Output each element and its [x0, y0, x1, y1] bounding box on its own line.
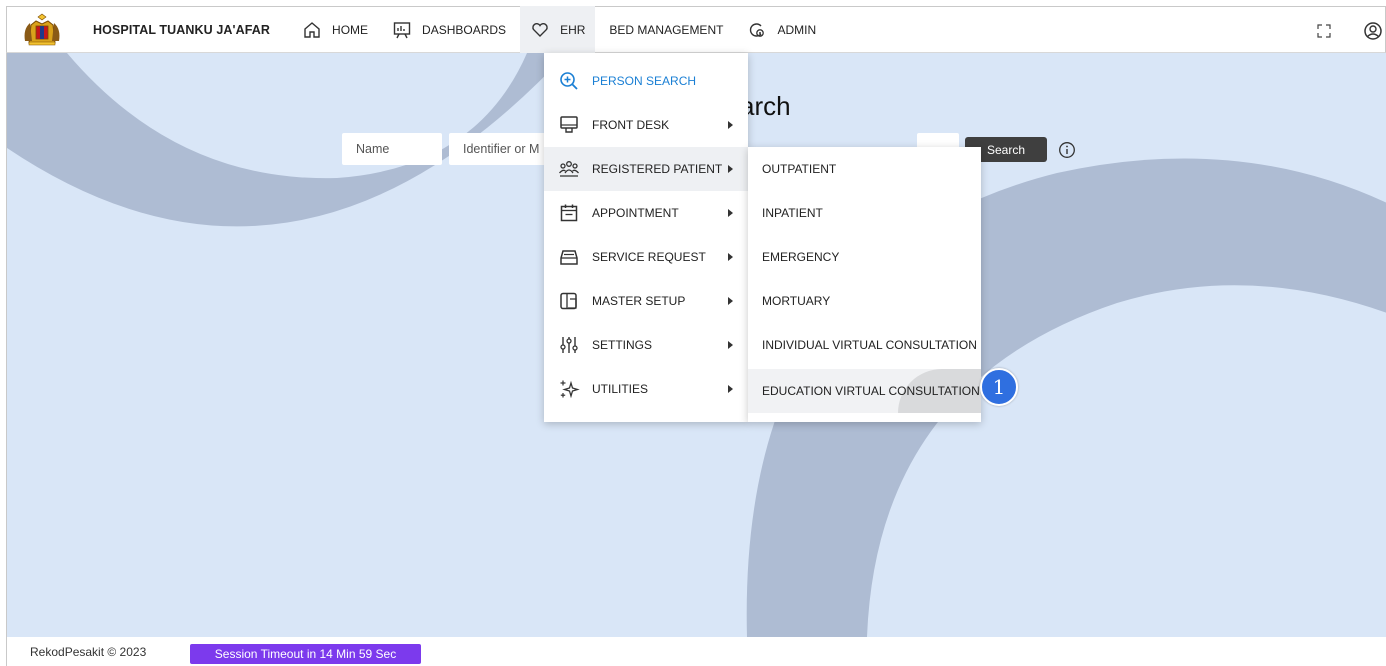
nav-bed-management-label: BED MANAGEMENT: [609, 22, 724, 37]
submenu-item-individual-virtual-consultation[interactable]: INDIVIDUAL VIRTUAL CONSULTATION: [748, 323, 981, 367]
chevron-right-icon: [728, 341, 733, 349]
home-icon: [304, 21, 320, 38]
nav-right-tools: [1315, 7, 1385, 54]
submenu-item-label: EMERGENCY: [762, 250, 840, 264]
ehr-dropdown-menu: PERSON SEARCH FRONT DESK REGISTERED PATI…: [544, 53, 748, 422]
nav-home-label: HOME: [332, 22, 369, 37]
session-timeout-badge: Session Timeout in 14 Min 59 Sec: [190, 644, 421, 664]
footer: RekodPesakit © 2023 Session Timeout in 1…: [6, 637, 1386, 666]
menu-item-registered-patient[interactable]: REGISTERED PATIENT: [544, 147, 748, 191]
fullscreen-icon[interactable]: [1315, 22, 1333, 40]
tray-icon: [560, 250, 578, 265]
chevron-right-icon: [728, 253, 733, 261]
submenu-item-label: INDIVIDUAL VIRTUAL CONSULTATION: [762, 338, 977, 352]
menu-item-master-setup[interactable]: MASTER SETUP: [544, 279, 748, 323]
submenu-item-mortuary[interactable]: MORTUARY: [748, 279, 981, 323]
nav-ehr-label: EHR: [560, 22, 586, 37]
menu-item-person-search[interactable]: PERSON SEARCH: [544, 59, 748, 103]
user-account-icon[interactable]: [1363, 21, 1383, 41]
menu-item-label: PERSON SEARCH: [592, 74, 697, 88]
nav-home[interactable]: HOME: [292, 6, 378, 53]
menu-item-label: REGISTERED PATIENT: [592, 162, 723, 176]
chevron-right-icon: [728, 385, 733, 393]
admin-settings-icon: [750, 22, 765, 37]
people-icon: [559, 161, 579, 177]
chevron-right-icon: [728, 209, 733, 217]
name-input[interactable]: Name: [342, 133, 442, 165]
sparkles-icon: [560, 380, 580, 399]
menu-item-service-request[interactable]: SERVICE REQUEST: [544, 235, 748, 279]
calendar-icon: [560, 204, 578, 222]
sliders-icon: [560, 337, 578, 353]
chevron-right-icon: [728, 165, 733, 173]
registered-patient-submenu: OUTPATIENT INPATIENT EMERGENCY MORTUARY …: [748, 147, 981, 422]
monitor-icon: [560, 116, 578, 133]
submenu-item-education-virtual-consultation[interactable]: EDUCATION VIRTUAL CONSULTATION: [748, 369, 981, 413]
submenu-item-outpatient[interactable]: OUTPATIENT: [748, 147, 981, 191]
menu-item-appointment[interactable]: APPOINTMENT: [544, 191, 748, 235]
submenu-item-label: OUTPATIENT: [762, 162, 837, 176]
nav-admin[interactable]: ADMIN: [737, 6, 826, 53]
chevron-right-icon: [728, 121, 733, 129]
menu-item-front-desk[interactable]: FRONT DESK: [544, 103, 748, 147]
submenu-item-emergency[interactable]: EMERGENCY: [748, 235, 981, 279]
step-number-badge: 1: [980, 368, 1018, 406]
master-setup-icon: [560, 292, 577, 310]
chevron-right-icon: [728, 297, 733, 305]
copyright-text: RekodPesakit © 2023: [30, 644, 147, 659]
submenu-item-label: MORTUARY: [762, 294, 831, 308]
nav-dashboards-label: DASHBOARDS: [422, 22, 507, 37]
hospital-name: HOSPITAL TUANKU JA'AFAR: [93, 22, 271, 37]
nav-dashboards[interactable]: DASHBOARDS: [382, 6, 516, 53]
submenu-item-label: EDUCATION VIRTUAL CONSULTATION: [762, 384, 980, 398]
menu-item-utilities[interactable]: UTILITIES: [544, 367, 748, 411]
heart-icon: [532, 22, 548, 37]
menu-item-label: APPOINTMENT: [592, 206, 679, 220]
menu-item-label: SETTINGS: [592, 338, 653, 352]
nav-ehr[interactable]: EHR: [520, 6, 596, 53]
menu-item-label: UTILITIES: [592, 382, 649, 396]
info-icon[interactable]: [1058, 141, 1076, 159]
menu-item-label: FRONT DESK: [592, 118, 670, 132]
coat-of-arms-logo[interactable]: [21, 13, 63, 47]
submenu-item-inpatient[interactable]: INPATIENT: [748, 191, 981, 235]
zoom-plus-icon: [560, 72, 578, 90]
menu-item-label: MASTER SETUP: [592, 294, 686, 308]
nav-bed-management[interactable]: BED MANAGEMENT: [599, 6, 733, 53]
dashboard-icon: [393, 21, 411, 38]
submenu-item-label: INPATIENT: [762, 206, 823, 220]
top-navbar: HOSPITAL TUANKU JA'AFAR HOME DASHBOARDS …: [6, 6, 1386, 53]
nav-admin-label: ADMIN: [777, 22, 817, 37]
menu-item-settings[interactable]: SETTINGS: [544, 323, 748, 367]
menu-item-label: SERVICE REQUEST: [592, 250, 706, 264]
